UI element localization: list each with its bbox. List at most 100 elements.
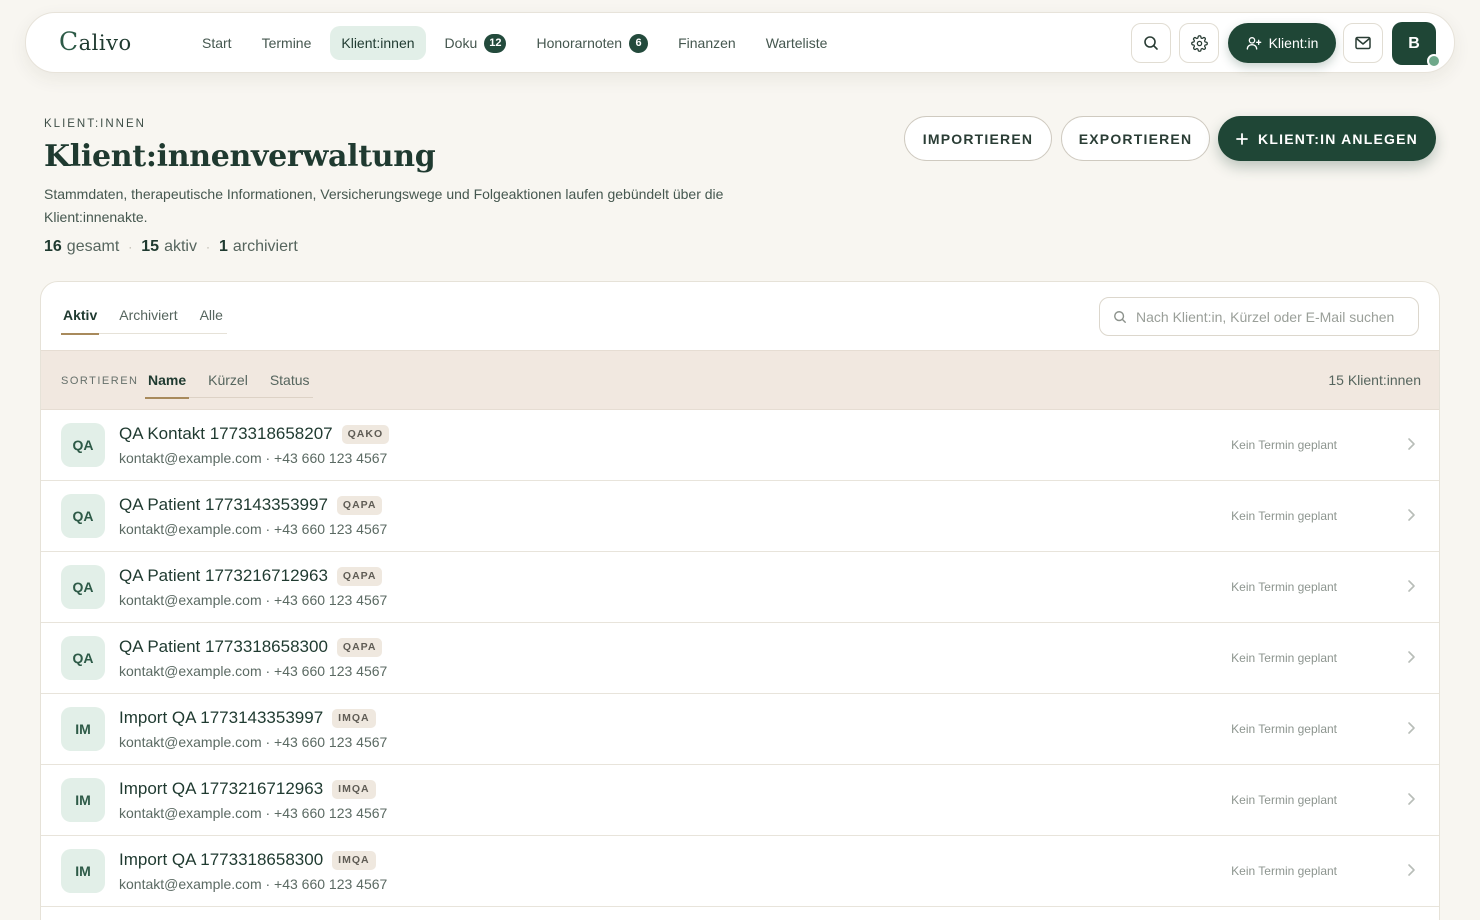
client-name: Import QA 1773143353997 — [119, 708, 324, 727]
export-button[interactable]: EXPORTIEREN — [1061, 116, 1210, 161]
client-name-line: Import QA 1773143353997 IMQA — [119, 708, 376, 728]
nav-item-label: Doku — [444, 35, 478, 51]
plus-icon — [1236, 132, 1248, 145]
stat-active-label: aktiv — [164, 238, 197, 255]
client-row[interactable]: QA QA Patient 1773143353997 QAPA kontakt@… — [41, 481, 1439, 552]
search-icon — [1114, 310, 1126, 323]
nav-item-start[interactable]: Start — [191, 26, 243, 60]
page-eyebrow: KLIENT:INNEN — [44, 118, 146, 130]
client-name-line: Import QA 1773216712963 IMQA — [119, 779, 376, 799]
mail-icon — [1355, 36, 1371, 50]
appointment-status: Kein Termin geplant — [1231, 864, 1337, 878]
client-row[interactable]: IM Import QA 1773216712963 IMQA kontakt@e… — [41, 765, 1439, 836]
tab-archiviert[interactable]: Archiviert — [117, 300, 179, 334]
client-contact: kontakt@example.com · +43 660 123 4567 — [119, 663, 388, 679]
calivo-logo[interactable]: Calivo — [59, 27, 132, 56]
client-list-card: Aktiv Archiviert Alle SORTIEREN Name Kür… — [40, 281, 1440, 920]
chevron-right-icon — [1408, 580, 1415, 592]
sort-label: SORTIEREN — [61, 375, 139, 387]
messages-button[interactable] — [1343, 23, 1383, 63]
sort-by-name[interactable]: Name — [145, 362, 190, 399]
new-client-label: Klient:in — [1268, 35, 1319, 51]
user-avatar[interactable]: B — [1392, 22, 1441, 68]
avatar-initial: B — [1408, 34, 1420, 52]
sort-by-kuerzel[interactable]: Kürzel — [205, 362, 251, 398]
client-name-line: QA Patient 1773216712963 QAPA — [119, 566, 383, 586]
sort-by-status[interactable]: Status — [267, 362, 313, 398]
client-name: Import QA 1773318658300 — [119, 850, 324, 869]
new-client-button[interactable]: Klient:in — [1228, 23, 1336, 63]
client-row[interactable]: QA QA Kontakt 1773318658207 QAKO kontakt@… — [41, 410, 1439, 481]
appointment-status: Kein Termin geplant — [1231, 509, 1337, 523]
stat-total-label: gesamt — [66, 238, 120, 255]
client-avatar: IM — [61, 707, 105, 751]
client-avatar: QA — [61, 636, 105, 680]
client-name-line: QA Patient 1773318658300 QAPA — [119, 637, 383, 657]
create-client-label: KLIENT:IN ANLEGEN — [1258, 130, 1418, 147]
settings-button[interactable] — [1179, 23, 1219, 63]
logo-text: alivo — [78, 31, 132, 55]
client-row[interactable]: IM Import QA 1773143353997 IMQA kontakt@e… — [41, 694, 1439, 765]
client-code-tag: QAPA — [336, 495, 383, 515]
client-contact: kontakt@example.com · +43 660 123 4567 — [119, 521, 388, 537]
appointment-status: Kein Termin geplant — [1231, 651, 1337, 665]
client-search — [1099, 297, 1419, 336]
sort-bar: SORTIEREN Name Kürzel Status 15 Klient:i… — [41, 350, 1439, 410]
client-code-tag: QAPA — [336, 637, 383, 657]
search-button[interactable] — [1131, 23, 1171, 63]
client-contact: kontakt@example.com · +43 660 123 4567 — [119, 592, 388, 608]
chevron-right-icon — [1408, 509, 1415, 521]
user-plus-icon — [1246, 37, 1261, 50]
client-row[interactable]: QA QA Patient 1773216712963 QAPA kontakt@… — [41, 552, 1439, 623]
client-list: QA QA Kontakt 1773318658207 QAKO kontakt@… — [41, 410, 1439, 907]
client-code-tag: IMQA — [332, 708, 376, 728]
appointment-status: Kein Termin geplant — [1231, 580, 1337, 594]
stat-archived-value: 1 — [218, 238, 228, 255]
page-title: Klient:innenverwaltung — [44, 139, 436, 174]
client-code-tag: IMQA — [332, 850, 376, 870]
client-name: QA Patient 1773318658300 — [119, 637, 328, 656]
nav-item-termine[interactable]: Termine — [251, 26, 323, 60]
nav-item-label: Klient:innen — [341, 35, 415, 51]
client-row[interactable]: IM Import QA 1773318658300 IMQA kontakt@e… — [41, 836, 1439, 907]
chevron-right-icon — [1408, 722, 1415, 734]
page-description: Stammdaten, therapeutische Informationen… — [44, 186, 724, 225]
nav-item-label: Finanzen — [678, 35, 736, 51]
search-input[interactable] — [1136, 308, 1394, 325]
nav-item-label: Warteliste — [765, 35, 828, 51]
client-name: QA Patient 1773216712963 — [119, 566, 328, 585]
search-icon — [1144, 36, 1158, 50]
client-avatar: QA — [61, 423, 105, 467]
nav-item-doku[interactable]: Doku 12 — [434, 26, 518, 60]
main-nav: Start Termine Klient:innen Doku 12 Honora… — [191, 26, 846, 60]
stat-active-value: 15 — [141, 238, 160, 255]
appointment-status: Kein Termin geplant — [1231, 722, 1337, 736]
tab-aktiv[interactable]: Aktiv — [61, 300, 100, 335]
client-code-tag: QAKO — [341, 424, 390, 444]
appointment-status: Kein Termin geplant — [1231, 438, 1337, 452]
nav-item-label: Termine — [261, 35, 312, 51]
stat-archived-label: archiviert — [232, 238, 298, 255]
client-contact: kontakt@example.com · +43 660 123 4567 — [119, 805, 388, 821]
chevron-right-icon — [1408, 793, 1415, 805]
client-contact: kontakt@example.com · +43 660 123 4567 — [119, 734, 388, 750]
online-status-dot — [1427, 54, 1441, 68]
nav-item-klientinnen[interactable]: Klient:innen — [330, 26, 426, 60]
tab-alle[interactable]: Alle — [198, 300, 225, 334]
stat-separator: · — [205, 240, 210, 254]
nav-item-finanzen[interactable]: Finanzen — [667, 26, 747, 60]
chevron-right-icon — [1408, 651, 1415, 663]
chevron-right-icon — [1408, 864, 1415, 876]
import-button[interactable]: IMPORTIEREN — [904, 116, 1052, 161]
client-avatar: IM — [61, 778, 105, 822]
client-name-line: QA Patient 1773143353997 QAPA — [119, 495, 383, 515]
gear-icon — [1190, 34, 1208, 52]
client-name-line: QA Kontakt 1773318658207 QAKO — [119, 424, 390, 444]
create-client-button[interactable]: KLIENT:IN ANLEGEN — [1218, 116, 1436, 161]
client-name: QA Kontakt 1773318658207 — [119, 424, 333, 443]
top-navigation-bar: Calivo Start Termine Klient:innen Doku 12… — [25, 12, 1455, 73]
client-row[interactable]: QA QA Patient 1773318658300 QAPA kontakt@… — [41, 623, 1439, 694]
nav-item-honorarnoten[interactable]: Honorarnoten 6 — [525, 26, 659, 60]
nav-item-warteliste[interactable]: Warteliste — [755, 26, 839, 60]
appointment-status: Kein Termin geplant — [1231, 793, 1337, 807]
